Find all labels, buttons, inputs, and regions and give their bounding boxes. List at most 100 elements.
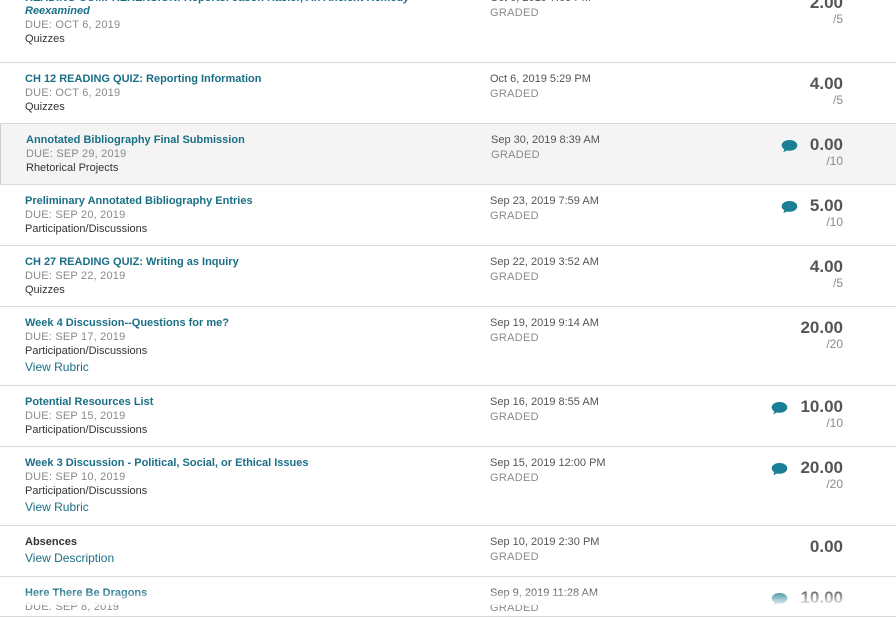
- assignment-title-text: Preliminary Annotated Bibliography Entri…: [25, 195, 253, 207]
- assignment-title-link[interactable]: Week 4 Discussion--Questions for me?: [25, 317, 455, 330]
- score-out-of: /20: [826, 337, 843, 351]
- assignment-category: Participation/Discussions: [25, 345, 148, 357]
- due-date: DUE: OCT 6, 2019: [25, 87, 121, 99]
- grade-dates: Sep 30, 2019 8:39 AM GRADED: [491, 134, 741, 162]
- score-points: 20.00: [800, 318, 843, 337]
- grade-dates: Sep 23, 2019 7:59 AM GRADED: [490, 195, 740, 223]
- assignment-category: Quizzes: [25, 101, 65, 113]
- assignment-title-link[interactable]: READING COMPREHENSION: Reports: Jason Ha…: [25, 0, 425, 18]
- assignment-title-text: CH 27 READING QUIZ: Writing as Inquiry: [25, 256, 239, 268]
- status-label: GRADED: [490, 551, 539, 563]
- assignment-info: CH 12 READING QUIZ: Reporting Informatio…: [25, 73, 455, 114]
- status-label: GRADED: [490, 271, 539, 283]
- score-out-of: /5: [832, 93, 843, 107]
- comment-icon[interactable]: [781, 139, 798, 153]
- graded-date: Sep 10, 2019 2:30 PM: [490, 536, 600, 548]
- score-points: 10.00: [800, 588, 843, 607]
- assignment-title-link[interactable]: Here There Be Dragons: [25, 587, 455, 600]
- graded-date: Sep 23, 2019 7:59 AM: [490, 195, 599, 207]
- grade-dates: Oct 6, 2019 5:29 PM GRADED: [490, 73, 740, 101]
- score: 4.00/5: [810, 257, 843, 290]
- score-out-of: /10: [826, 154, 843, 168]
- due-date: DUE: SEP 17, 2019: [25, 331, 126, 343]
- assignment-info: READING COMPREHENSION: Reports: Jason Ha…: [25, 0, 425, 46]
- status-label: GRADED: [490, 472, 539, 484]
- grade-row: Potential Resources List DUE: SEP 15, 201…: [0, 386, 896, 447]
- assignment-title-link[interactable]: CH 12 READING QUIZ: Reporting Informatio…: [25, 73, 455, 86]
- status-label: GRADED: [490, 210, 539, 222]
- assignment-category: Quizzes: [25, 33, 65, 45]
- grade-row: CH 27 READING QUIZ: Writing as Inquiry DU…: [0, 246, 896, 307]
- assignment-title-link[interactable]: CH 27 READING QUIZ: Writing as Inquiry: [25, 256, 455, 269]
- score-out-of: /5: [832, 276, 843, 290]
- grade-dates: Sep 15, 2019 12:00 PM GRADED: [490, 457, 740, 485]
- view-rubric-link[interactable]: View Rubric: [25, 500, 455, 515]
- score-out-of: /5: [832, 12, 843, 26]
- view-rubric-link[interactable]: View Rubric: [25, 360, 455, 375]
- view-description-link[interactable]: View Description: [25, 551, 455, 566]
- score: 5.00/10: [810, 196, 843, 229]
- comment-icon[interactable]: [771, 401, 788, 415]
- assignment-title-text: Annotated Bibliography Final Submission: [26, 134, 245, 146]
- assignment-title-text: Here There Be Dragons: [25, 587, 148, 599]
- assignment-title-text: READING COMPREHENSION: Reports: Jason Ha…: [25, 0, 306, 4]
- assignment-info: Week 3 Discussion - Political, Social, o…: [25, 457, 455, 515]
- assignment-title-text: CH 12 READING QUIZ: Reporting Informatio…: [25, 73, 262, 85]
- grade-row: Preliminary Annotated Bibliography Entri…: [0, 185, 896, 246]
- due-date: DUE: SEP 15, 2019: [25, 410, 126, 422]
- due-date: DUE: SEP 22, 2019: [25, 270, 126, 282]
- grade-dates: Sep 10, 2019 2:30 PM GRADED: [490, 536, 740, 564]
- status-label: GRADED: [490, 602, 539, 614]
- score-points: 0.00: [809, 537, 843, 556]
- assignment-info: Annotated Bibliography Final Submission D…: [26, 134, 456, 175]
- graded-date: Sep 22, 2019 3:52 AM: [490, 256, 599, 268]
- score: 20.00/20: [800, 458, 843, 491]
- assignment-title-link[interactable]: Annotated Bibliography Final Submission: [26, 134, 456, 147]
- due-date: DUE: SEP 20, 2019: [25, 209, 126, 221]
- grade-row: Absences View Description Sep 10, 2019 2:3…: [0, 526, 896, 577]
- assignment-title-link[interactable]: Week 3 Discussion - Political, Social, o…: [25, 457, 455, 470]
- score-out-of: /10: [826, 215, 843, 229]
- assignment-title-link[interactable]: Potential Resources List: [25, 396, 455, 409]
- grade-row: READING COMPREHENSION: Reports: Jason Ha…: [0, 0, 896, 63]
- grade-row: Week 3 Discussion - Political, Social, o…: [0, 447, 896, 526]
- due-date: DUE: SEP 10, 2019: [25, 471, 126, 483]
- graded-date: Sep 16, 2019 8:55 AM: [490, 396, 599, 408]
- grade-dates: Sep 16, 2019 8:55 AM GRADED: [490, 396, 740, 424]
- score-out-of: /20: [826, 477, 843, 491]
- assignment-info: Here There Be Dragons DUE: SEP 8, 2019: [25, 587, 455, 614]
- assignment-title-link[interactable]: Preliminary Annotated Bibliography Entri…: [25, 195, 455, 208]
- comment-icon[interactable]: [771, 592, 788, 606]
- score: 2.00/5: [810, 0, 843, 26]
- graded-date: Oct 6, 2019 5:29 PM: [490, 73, 591, 85]
- assignment-info: Week 4 Discussion--Questions for me? DUE:…: [25, 317, 455, 375]
- score-points: 4.00: [809, 74, 843, 93]
- grade-row: Annotated Bibliography Final Submission D…: [0, 124, 896, 185]
- comment-icon[interactable]: [781, 200, 798, 214]
- status-label: GRADED: [490, 411, 539, 423]
- comment-icon[interactable]: [771, 462, 788, 476]
- grade-row: Week 4 Discussion--Questions for me? DUE:…: [0, 307, 896, 386]
- assignment-title-text: Week 3 Discussion - Political, Social, o…: [25, 457, 309, 469]
- due-date: DUE: SEP 8, 2019: [25, 601, 120, 613]
- assignment-title-text: Absences: [25, 536, 77, 548]
- score: 0.00/10: [810, 135, 843, 168]
- grade-dates: Oct 6, 2019 7:05 PM GRADED: [490, 0, 740, 20]
- score-points: 5.00: [809, 196, 843, 215]
- status-label: GRADED: [490, 7, 539, 19]
- grade-dates: Sep 22, 2019 3:52 AM GRADED: [490, 256, 740, 284]
- score: 10.00/10: [800, 397, 843, 430]
- status-label: GRADED: [491, 149, 540, 161]
- assignment-title-link[interactable]: Absences: [25, 536, 455, 549]
- score: 10.00: [800, 588, 843, 608]
- score-out-of: /10: [826, 416, 843, 430]
- score: 0.00: [810, 537, 843, 557]
- assignment-category: Participation/Discussions: [25, 223, 148, 235]
- graded-date: Sep 30, 2019 8:39 AM: [491, 134, 600, 146]
- assignment-category: Participation/Discussions: [25, 424, 148, 436]
- assignment-category: Quizzes: [25, 284, 65, 296]
- grade-row: Here There Be Dragons DUE: SEP 8, 2019 Sep…: [0, 577, 896, 617]
- graded-date: Oct 6, 2019 7:05 PM: [490, 0, 740, 5]
- assignment-title-text: Potential Resources List: [25, 396, 154, 408]
- status-label: GRADED: [490, 332, 539, 344]
